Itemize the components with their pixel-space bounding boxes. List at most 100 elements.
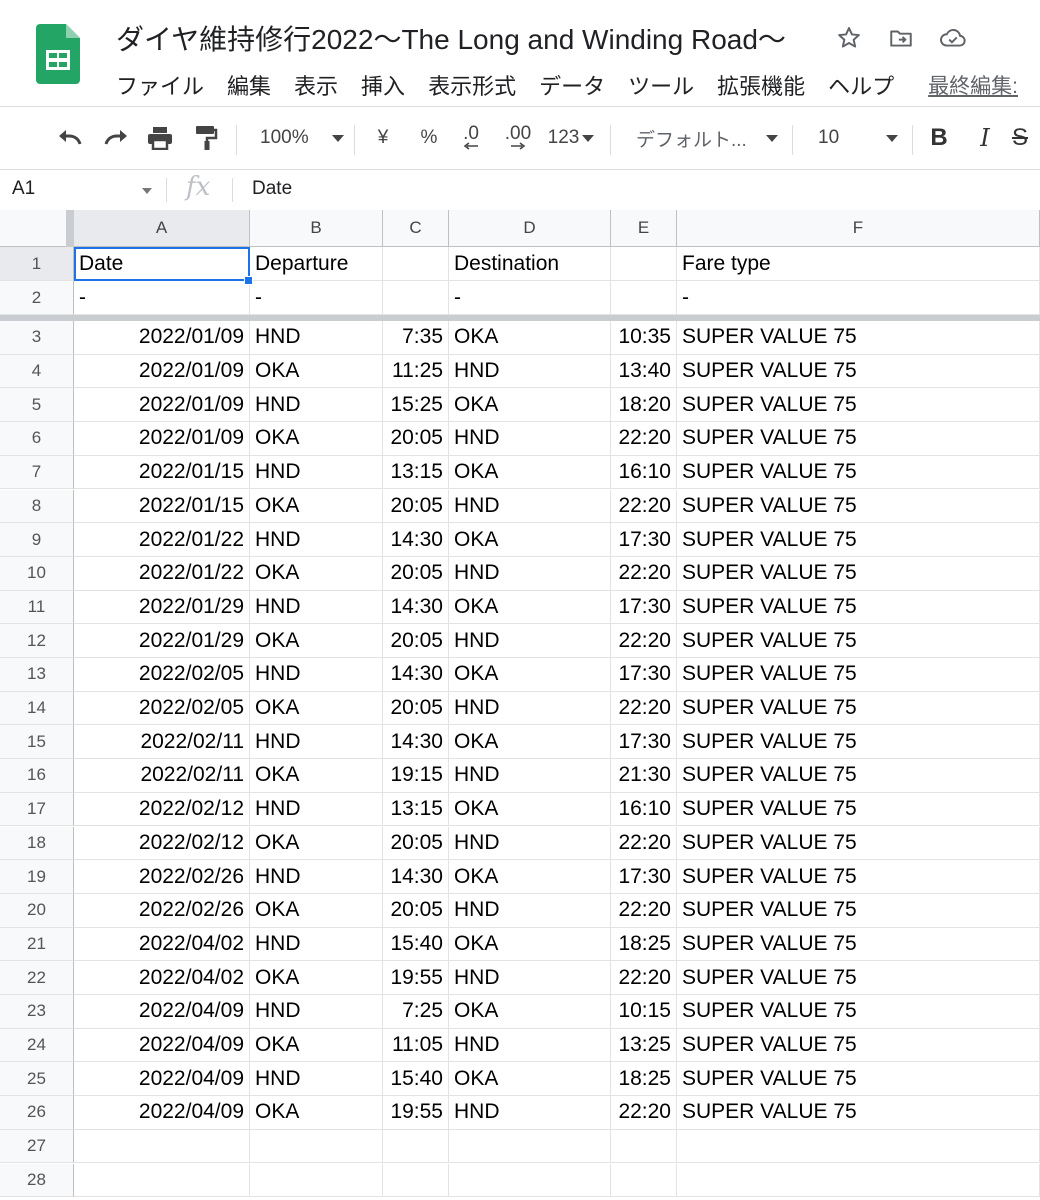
cell-c27[interactable] — [383, 1129, 449, 1164]
row-header[interactable]: 28 — [0, 1163, 74, 1198]
cell-f23[interactable]: SUPER VALUE 75 — [677, 995, 1040, 1029]
cell-e10[interactable]: 22:20 — [611, 556, 677, 591]
cell-b14[interactable]: OKA — [250, 691, 383, 726]
select-all-corner[interactable] — [0, 210, 74, 247]
cell-e15[interactable]: 17:30 — [611, 725, 677, 760]
row-header[interactable]: 26 — [0, 1096, 74, 1130]
font-family-select[interactable]: デフォルト... — [622, 107, 784, 169]
column-header-e[interactable]: E — [611, 210, 677, 247]
currency-format-button[interactable]: ¥ — [366, 107, 400, 169]
row-header[interactable]: 13 — [0, 658, 74, 692]
cell-f16[interactable]: SUPER VALUE 75 — [677, 759, 1040, 793]
cell-a1[interactable]: Date — [74, 247, 250, 281]
cell-c28[interactable] — [383, 1163, 449, 1198]
cell-d22[interactable]: HND — [449, 961, 611, 995]
row-header[interactable]: 10 — [0, 556, 74, 591]
cell-e1[interactable] — [611, 247, 677, 281]
row-header[interactable]: 6 — [0, 422, 74, 456]
cell-a15[interactable]: 2022/02/11 — [74, 725, 250, 760]
cell-a18[interactable]: 2022/02/12 — [74, 826, 250, 861]
cell-a28[interactable] — [74, 1163, 250, 1198]
cell-d13[interactable]: OKA — [449, 658, 611, 692]
row-header[interactable]: 27 — [0, 1129, 74, 1164]
cell-a14[interactable]: 2022/02/05 — [74, 691, 250, 726]
cell-f17[interactable]: SUPER VALUE 75 — [677, 792, 1040, 827]
document-title[interactable]: ダイヤ維持修行2022〜The Long and Winding Road〜 — [116, 18, 786, 58]
cell-c17[interactable]: 13:15 — [383, 792, 449, 827]
cell-f7[interactable]: SUPER VALUE 75 — [677, 455, 1040, 490]
cell-f3[interactable]: SUPER VALUE 75 — [677, 321, 1040, 355]
cell-c18[interactable]: 20:05 — [383, 826, 449, 861]
cell-c6[interactable]: 20:05 — [383, 422, 449, 456]
cell-c11[interactable]: 14:30 — [383, 590, 449, 625]
cloud-saved-icon[interactable] — [938, 23, 968, 53]
cell-b13[interactable]: HND — [250, 658, 383, 692]
row-header[interactable]: 16 — [0, 759, 74, 793]
cell-c19[interactable]: 14:30 — [383, 860, 449, 894]
row-header[interactable]: 17 — [0, 792, 74, 827]
cell-e7[interactable]: 16:10 — [611, 455, 677, 490]
cell-f22[interactable]: SUPER VALUE 75 — [677, 961, 1040, 995]
freeze-handle-rows[interactable] — [0, 315, 1040, 321]
cell-d4[interactable]: HND — [449, 354, 611, 389]
row-header[interactable]: 4 — [0, 354, 74, 389]
cell-e17[interactable]: 16:10 — [611, 792, 677, 827]
cell-d1[interactable]: Destination — [449, 247, 611, 281]
cell-b7[interactable]: HND — [250, 455, 383, 490]
menu-view[interactable]: 表示 — [294, 69, 338, 101]
row-header[interactable]: 24 — [0, 1028, 74, 1063]
cell-f26[interactable]: SUPER VALUE 75 — [677, 1096, 1040, 1130]
cell-c26[interactable]: 19:55 — [383, 1096, 449, 1130]
cell-d14[interactable]: HND — [449, 691, 611, 726]
column-header-d[interactable]: D — [449, 210, 611, 247]
cell-d24[interactable]: HND — [449, 1028, 611, 1063]
cell-b5[interactable]: HND — [250, 388, 383, 423]
cell-a27[interactable] — [74, 1129, 250, 1164]
column-header-a[interactable]: A — [74, 210, 250, 247]
cell-c25[interactable]: 15:40 — [383, 1062, 449, 1097]
cell-d23[interactable]: OKA — [449, 995, 611, 1029]
cell-f5[interactable]: SUPER VALUE 75 — [677, 388, 1040, 423]
row-header[interactable]: 19 — [0, 860, 74, 894]
cell-c1[interactable] — [383, 247, 449, 281]
decrease-decimal-button[interactable]: .0 — [454, 107, 488, 169]
menu-help[interactable]: ヘルプ — [828, 69, 894, 101]
cell-e24[interactable]: 13:25 — [611, 1028, 677, 1063]
cell-d8[interactable]: HND — [449, 489, 611, 524]
cell-f15[interactable]: SUPER VALUE 75 — [677, 725, 1040, 760]
cell-c14[interactable]: 20:05 — [383, 691, 449, 726]
cell-c8[interactable]: 20:05 — [383, 489, 449, 524]
cell-a17[interactable]: 2022/02/12 — [74, 792, 250, 827]
cell-e14[interactable]: 22:20 — [611, 691, 677, 726]
italic-button[interactable]: I — [968, 107, 1002, 169]
cell-f24[interactable]: SUPER VALUE 75 — [677, 1028, 1040, 1063]
cell-d5[interactable]: OKA — [449, 388, 611, 423]
cell-e9[interactable]: 17:30 — [611, 523, 677, 557]
cell-f18[interactable]: SUPER VALUE 75 — [677, 826, 1040, 861]
cell-b9[interactable]: HND — [250, 523, 383, 557]
cell-b16[interactable]: OKA — [250, 759, 383, 793]
cell-e20[interactable]: 22:20 — [611, 893, 677, 928]
cell-c22[interactable]: 19:55 — [383, 961, 449, 995]
cell-a9[interactable]: 2022/01/22 — [74, 523, 250, 557]
menu-file[interactable]: ファイル — [116, 69, 204, 101]
cell-b8[interactable]: OKA — [250, 489, 383, 524]
cell-a19[interactable]: 2022/02/26 — [74, 860, 250, 894]
bold-button[interactable]: B — [922, 107, 956, 169]
cell-e21[interactable]: 18:25 — [611, 927, 677, 962]
cell-e2[interactable] — [611, 281, 677, 315]
cell-c16[interactable]: 19:15 — [383, 759, 449, 793]
row-header[interactable]: 9 — [0, 523, 74, 557]
menu-tools[interactable]: ツール — [628, 69, 694, 101]
cell-a5[interactable]: 2022/01/09 — [74, 388, 250, 423]
cell-e26[interactable]: 22:20 — [611, 1096, 677, 1130]
cell-c21[interactable]: 15:40 — [383, 927, 449, 962]
cell-d20[interactable]: HND — [449, 893, 611, 928]
cell-f2[interactable]: - — [677, 281, 1040, 315]
row-header[interactable]: 12 — [0, 624, 74, 658]
cell-a2[interactable]: - — [74, 281, 250, 315]
more-formats-button[interactable]: 123 — [544, 107, 598, 169]
cell-a20[interactable]: 2022/02/26 — [74, 893, 250, 928]
cell-e23[interactable]: 10:15 — [611, 995, 677, 1029]
cell-c4[interactable]: 11:25 — [383, 354, 449, 389]
